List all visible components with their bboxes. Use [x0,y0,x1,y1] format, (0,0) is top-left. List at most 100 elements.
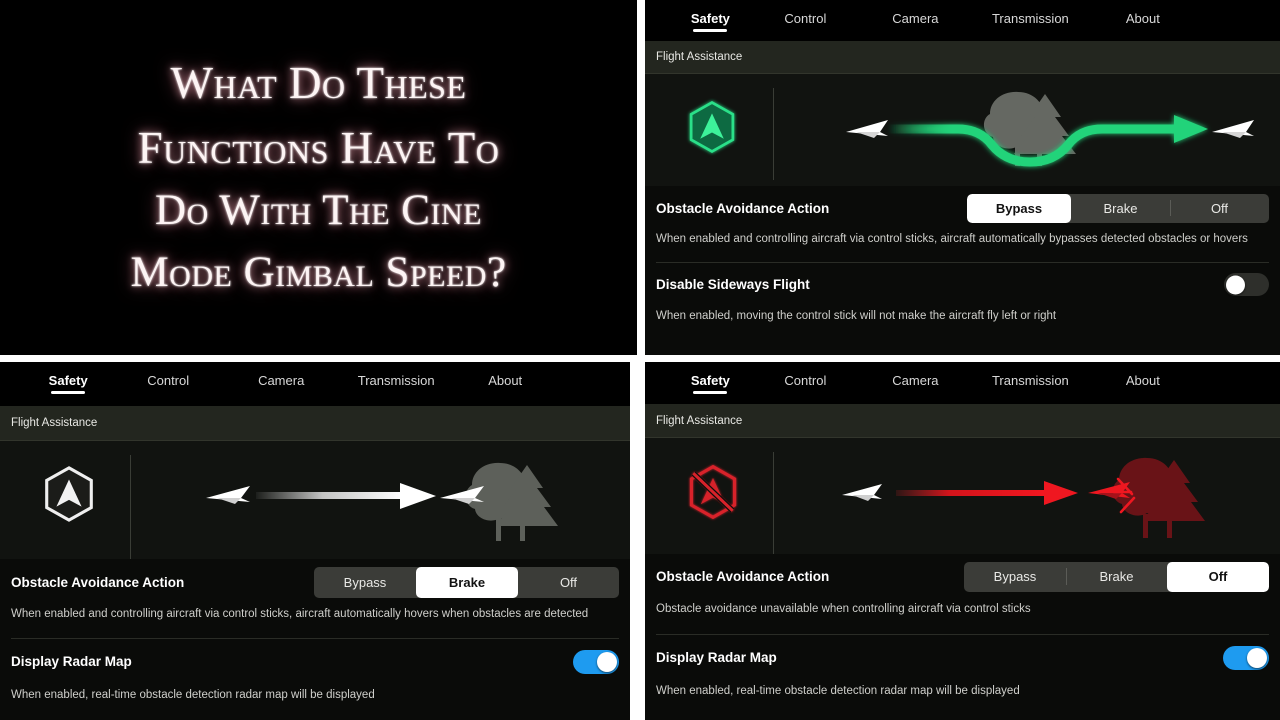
segment-off[interactable]: Off [1170,194,1269,223]
tabbar-off: Safety Control Camera Transmission About [645,362,1280,404]
screenshot-root: What Do These Functions Have To Do With … [0,0,1280,720]
paper-plane-left [846,120,888,138]
dji-settings-app-brake: Safety Control Camera Transmission About [0,362,630,720]
setting-title-obstacle-avoidance: Obstacle Avoidance Action [656,569,830,584]
setting-description-disable-sideways-flight: When enabled, moving the control stick w… [656,309,1057,322]
tab-about-label: About [1125,11,1160,26]
segment-bypass[interactable]: Bypass [967,193,1071,223]
section-header-flight-assistance: Flight Assistance [645,404,1280,438]
tab-about-label: About [1125,373,1160,388]
segmented-control-obstacle-avoidance[interactable]: Bypass Brake Off [967,193,1269,223]
tab-control[interactable]: Control [750,0,860,32]
setting-title-display-radar-map: Display Radar Map [656,650,777,666]
section-header-label: Flight Assistance [656,51,743,63]
toggle-disable-sideways-flight[interactable] [1224,273,1269,297]
tab-about[interactable]: About [1090,362,1195,394]
segment-bypass[interactable]: Bypass [964,562,1066,592]
tab-safety[interactable]: Safety [25,362,111,394]
row-disable-sideways-flight: Disable Sideways Flight [645,263,1280,307]
setting-title-display-radar-map: Display Radar Map [11,654,132,670]
row-obstacle-avoidance-action-brake: Obstacle Avoidance Action Bypass Brake O… [0,559,630,605]
tab-safety[interactable]: Safety [670,0,750,32]
tab-camera[interactable]: Camera [225,362,337,394]
paper-plane-left [842,484,882,501]
toggle-display-radar-map[interactable] [1223,645,1269,670]
title-line-1: What Do These [170,57,467,108]
tab-about-label: About [488,373,523,388]
dji-settings-app-off: Safety Control Camera Transmission About [645,362,1280,720]
hexagon-avoidance-icon [683,98,741,156]
toggle-knob [1247,647,1267,668]
scene-bypass-around-trees [840,82,1260,178]
tab-camera-label: Camera [258,373,305,388]
tab-safety-label: Safety [690,373,730,388]
illustration-bypass [645,74,1280,186]
illustration-brake [0,441,630,559]
segment-off[interactable]: Off [518,567,619,598]
tab-control-label: Control [147,373,190,388]
tab-control[interactable]: Control [111,362,225,394]
tab-transmission[interactable]: Transmission [337,362,455,394]
toggle-display-radar-map[interactable] [573,649,619,674]
setting-title-obstacle-avoidance: Obstacle Avoidance Action [11,574,185,590]
setting-description-display-radar-map: When enabled, real-time obstacle detecti… [656,684,1020,697]
settings-panel-bypass: Safety Control Camera Transmission About [645,0,1280,355]
tab-control[interactable]: Control [750,362,860,394]
settings-panel-off: Safety Control Camera Transmission About [645,362,1280,720]
dji-settings-app-bypass: Safety Control Camera Transmission About [645,0,1280,355]
tab-transmission-label: Transmission [357,373,435,388]
tab-safety-label: Safety [690,11,730,26]
tab-camera-label: Camera [892,11,939,26]
segment-off[interactable]: Off [1167,561,1269,592]
quadrant-divider-vertical-lower [630,362,645,720]
paper-plane-right [1212,120,1254,138]
tab-active-underline [693,29,728,32]
tab-transmission-label: Transmission [991,11,1069,26]
toggle-knob [1226,275,1245,295]
scene-off-collision [840,448,1250,546]
scene-brake-before-trees [200,451,600,551]
tabbar-bypass: Safety Control Camera Transmission About [645,0,1280,41]
tab-about[interactable]: About [455,362,555,394]
illustration-divider [773,452,774,554]
tab-safety[interactable]: Safety [670,362,750,394]
tab-active-underline [693,391,728,394]
section-header-flight-assistance: Flight Assistance [645,41,1280,74]
segment-brake[interactable]: Brake [1071,194,1170,223]
segment-brake[interactable]: Brake [416,566,518,598]
section-header-flight-assistance: Flight Assistance [0,406,630,441]
row-obstacle-avoidance-action-bypass: Obstacle Avoidance Action Bypass Brake O… [645,186,1280,230]
hexagon-avoidance-icon [38,463,100,525]
tab-camera[interactable]: Camera [860,362,970,394]
title-line-3: Do With The Cine [155,187,482,235]
tab-transmission[interactable]: Transmission [970,362,1090,394]
row-display-radar-map: Display Radar Map [0,639,630,685]
row-display-radar-map: Display Radar Map [645,635,1280,681]
tabbar-brake: Safety Control Camera Transmission About [0,362,630,406]
quadrant-divider-horizontal [0,355,1280,362]
tab-transmission-label: Transmission [991,373,1069,388]
tab-camera[interactable]: Camera [860,0,970,32]
row-obstacle-avoidance-action-off: Obstacle Avoidance Action Bypass Brake O… [645,554,1280,599]
segmented-control-obstacle-avoidance[interactable]: Bypass Brake Off [964,561,1269,592]
tab-control-label: Control [784,373,827,388]
section-header-label: Flight Assistance [656,414,743,427]
settings-panel-brake: Safety Control Camera Transmission About [0,362,630,720]
title-card-panel: What Do These Functions Have To Do With … [0,0,637,355]
segment-bypass[interactable]: Bypass [314,567,416,598]
paper-plane-left [206,486,250,504]
illustration-divider [773,88,774,180]
title-card-text: What Do These Functions Have To Do With … [0,0,637,355]
tab-transmission[interactable]: Transmission [970,0,1090,32]
section-header-label: Flight Assistance [11,417,98,429]
title-line-2: Functions Have To [137,122,500,173]
segment-brake[interactable]: Brake [1066,562,1167,592]
tab-about[interactable]: About [1090,0,1195,32]
setting-description-obstacle-avoidance: Obstacle avoidance unavailable when cont… [656,603,1031,615]
setting-title-disable-sideways-flight: Disable Sideways Flight [656,277,810,293]
segmented-control-obstacle-avoidance[interactable]: Bypass Brake Off [314,566,619,598]
illustration-off [645,438,1280,554]
hexagon-avoidance-disabled-icon [683,462,743,522]
setting-description-display-radar-map: When enabled, real-time obstacle detecti… [11,688,375,701]
illustration-divider [130,455,131,559]
